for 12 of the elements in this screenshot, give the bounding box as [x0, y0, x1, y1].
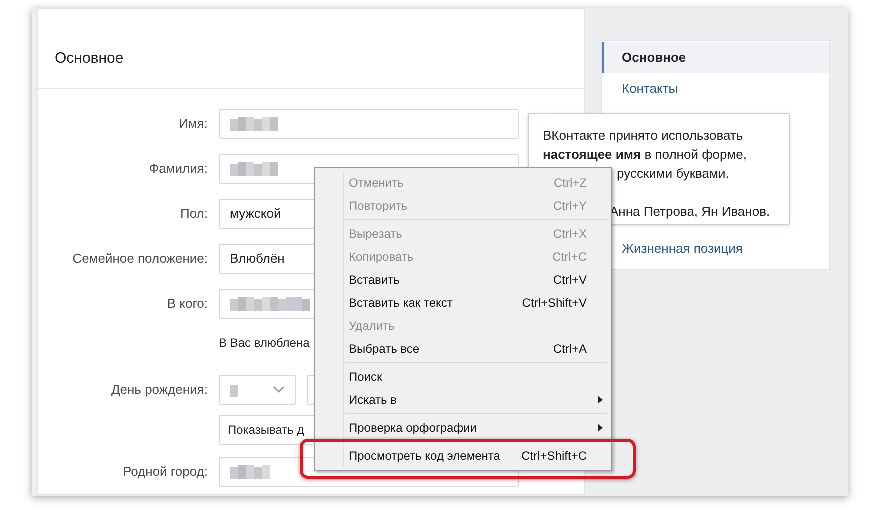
field-label: Имя:	[178, 115, 208, 134]
tooltip-text: ВКонтакте принято использовать	[543, 127, 744, 145]
field-label: Родной город:	[122, 463, 208, 482]
field-label: Фамилия:	[148, 160, 208, 178]
tooltip-text: русскими буквами.	[617, 165, 730, 183]
field-label: В кого:	[166, 295, 208, 314]
field-label: Семейное положение:	[72, 250, 208, 268]
field-label: День рождения:	[110, 381, 208, 400]
field-label: Пол:	[180, 205, 208, 224]
hint-text: В Вас влюблена	[219, 336, 310, 350]
tooltip-text: настоящее имя в полной форме,	[543, 146, 748, 164]
section-title: Основное	[55, 48, 124, 68]
